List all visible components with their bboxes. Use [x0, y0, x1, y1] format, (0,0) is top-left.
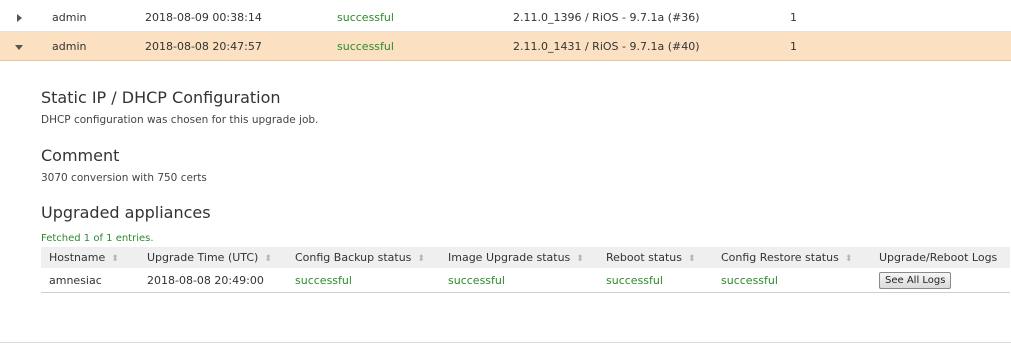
- cell-reboot-status: successful: [598, 268, 713, 293]
- sort-icon[interactable]: ⬍: [417, 254, 425, 264]
- appliances-table: Hostname ⬍ Upgrade Time (UTC) ⬍ Config Bac…: [41, 247, 1010, 293]
- job-status: successful: [337, 10, 394, 24]
- cell-logs: See All Logs: [871, 268, 1010, 293]
- see-all-logs-button[interactable]: See All Logs: [879, 271, 952, 289]
- upgraded-appliances-heading: Upgraded appliances: [41, 203, 211, 222]
- job-row-expanded[interactable]: admin 2018-08-08 20:47:57 successful 2.1…: [0, 32, 1011, 61]
- col-config-restore[interactable]: Config Restore status ⬍: [713, 247, 871, 268]
- job-user: admin: [52, 10, 87, 24]
- caret-right-icon[interactable]: [17, 14, 22, 22]
- col-image-upgrade[interactable]: Image Upgrade status ⬍: [440, 247, 598, 268]
- col-logs: Upgrade/Reboot Logs: [871, 247, 1010, 268]
- job-version: 2.11.0_1396 / RiOS - 9.7.1a (#36): [513, 10, 700, 24]
- sort-icon[interactable]: ⬍: [576, 254, 584, 264]
- col-hostname[interactable]: Hostname ⬍: [41, 247, 139, 268]
- cell-restore-status: successful: [713, 268, 871, 293]
- comment-text: 3070 conversion with 750 certs: [41, 172, 207, 184]
- fetched-count: Fetched 1 of 1 entries.: [41, 233, 154, 244]
- cell-backup-status: successful: [287, 268, 440, 293]
- static-ip-text: DHCP configuration was chosen for this u…: [41, 114, 319, 126]
- divider: [0, 342, 1011, 343]
- cell-hostname: amnesiac: [41, 268, 139, 293]
- job-version: 2.11.0_1431 / RiOS - 9.7.1a (#40): [513, 39, 700, 53]
- col-reboot[interactable]: Reboot status ⬍: [598, 247, 713, 268]
- job-count: 1: [790, 10, 797, 24]
- table-row: amnesiac 2018-08-08 20:49:00 successful …: [41, 268, 1010, 293]
- job-time: 2018-08-09 00:38:14: [145, 10, 262, 24]
- sort-icon[interactable]: ⬍: [688, 254, 696, 264]
- caret-down-icon[interactable]: [15, 45, 23, 50]
- cell-image-status: successful: [440, 268, 598, 293]
- static-ip-heading: Static IP / DHCP Configuration: [41, 88, 281, 107]
- sort-icon[interactable]: ⬍: [264, 254, 272, 264]
- col-upgrade-time[interactable]: Upgrade Time (UTC) ⬍: [139, 247, 287, 268]
- job-count: 1: [790, 39, 797, 53]
- cell-upgrade-time: 2018-08-08 20:49:00: [139, 268, 287, 293]
- job-time: 2018-08-08 20:47:57: [145, 39, 262, 53]
- job-row[interactable]: admin 2018-08-09 00:38:14 successful 2.1…: [0, 3, 1011, 32]
- job-status: successful: [337, 39, 394, 53]
- job-user: admin: [52, 39, 87, 53]
- col-config-backup[interactable]: Config Backup status ⬍: [287, 247, 440, 268]
- sort-icon[interactable]: ⬍: [111, 254, 119, 264]
- table-header-row: Hostname ⬍ Upgrade Time (UTC) ⬍ Config Bac…: [41, 247, 1010, 268]
- sort-icon[interactable]: ⬍: [845, 254, 853, 264]
- comment-heading: Comment: [41, 146, 120, 165]
